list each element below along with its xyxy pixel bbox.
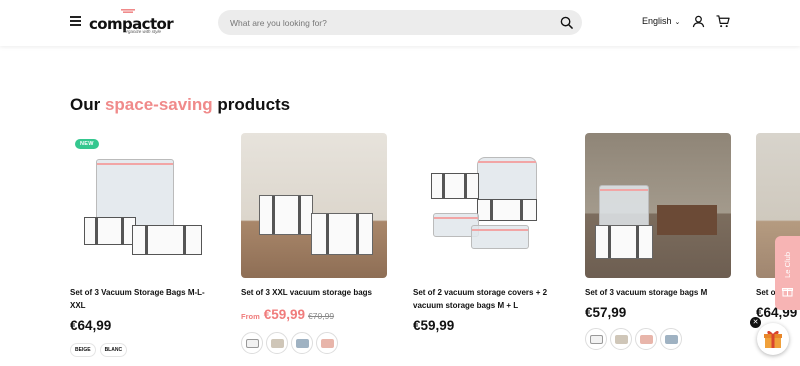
product-card[interactable]: Set of 3 XXL vacuum storage bags From €59…: [241, 133, 387, 354]
color-chip-beige[interactable]: BEIGE: [70, 343, 96, 357]
furniture: [657, 205, 717, 235]
product-image[interactable]: [413, 133, 559, 278]
gift-icon: [764, 330, 782, 348]
search-input[interactable]: [230, 14, 550, 31]
gift-small-icon: [782, 288, 793, 297]
product-card[interactable]: Set of 3 vacuum storage bags M €57,99: [585, 133, 731, 350]
product-name[interactable]: Set of 3 XXL vacuum storage bags: [241, 286, 387, 299]
color-swatch[interactable]: [635, 328, 657, 350]
product-image[interactable]: [585, 133, 731, 278]
color-swatch[interactable]: [610, 328, 632, 350]
color-swatch[interactable]: [316, 332, 338, 354]
section-title-prefix: Our: [70, 95, 105, 114]
site-header: compactor Organize with style English⌄: [0, 0, 800, 46]
menu-icon[interactable]: [70, 16, 81, 26]
chevron-down-icon: ⌄: [674, 19, 681, 26]
search-icon[interactable]: [560, 16, 573, 29]
color-swatch[interactable]: [660, 328, 682, 350]
club-tab-label: Le Club: [783, 252, 792, 278]
color-swatch[interactable]: [291, 332, 313, 354]
product-name[interactable]: Set of 3 Vacuum Storage Bags M-L-XXL: [70, 286, 216, 312]
color-swatch[interactable]: [585, 328, 607, 350]
product-name[interactable]: Set of 3 vacuum storage bags M: [585, 286, 731, 299]
language-selector[interactable]: English ⌄: [642, 16, 680, 26]
old-price: €70,99: [308, 311, 335, 321]
logo[interactable]: compactor Organize with style: [89, 9, 174, 37]
product-image[interactable]: NEW: [70, 133, 216, 278]
search-bar: [218, 10, 582, 35]
sale-price: €59,99: [263, 307, 306, 322]
section-title: Our space-saving products: [70, 95, 290, 115]
cart-icon[interactable]: [716, 15, 730, 28]
new-badge: NEW: [75, 139, 99, 149]
product-name[interactable]: Set of 2 vacuum storage covers + 2 vacuu…: [413, 286, 559, 312]
product-card[interactable]: Set of 2 vacuum storage covers + 2 vacuu…: [413, 133, 559, 333]
gift-button[interactable]: [757, 323, 789, 355]
color-swatches: [585, 328, 731, 350]
color-chip-blanc[interactable]: BLANC: [99, 343, 128, 357]
logo-tagline: Organize with style: [123, 29, 162, 34]
logo-mark-icon: [121, 9, 135, 13]
price-row: From €59,99 €70,99: [241, 306, 387, 324]
product-price: €57,99: [585, 305, 627, 320]
club-side-tab[interactable]: Le Club: [775, 236, 800, 310]
color-swatches: [241, 332, 387, 354]
product-price: €59,99: [413, 318, 455, 333]
close-icon[interactable]: ✕: [750, 317, 761, 328]
user-icon[interactable]: [692, 15, 705, 28]
color-swatch[interactable]: [241, 332, 263, 354]
price-from-label: From: [241, 312, 260, 321]
color-swatch[interactable]: [266, 332, 288, 354]
language-label: English: [642, 16, 672, 26]
color-options: BEIGE BLANC: [70, 343, 216, 357]
product-card[interactable]: NEW Set of 3 Vacuum Storage Bags M-L-XXL…: [70, 133, 216, 357]
section-title-suffix: products: [212, 95, 291, 114]
product-image[interactable]: [241, 133, 387, 278]
section-title-accent: space-saving: [104, 95, 213, 114]
product-price: €64,99: [70, 318, 112, 333]
